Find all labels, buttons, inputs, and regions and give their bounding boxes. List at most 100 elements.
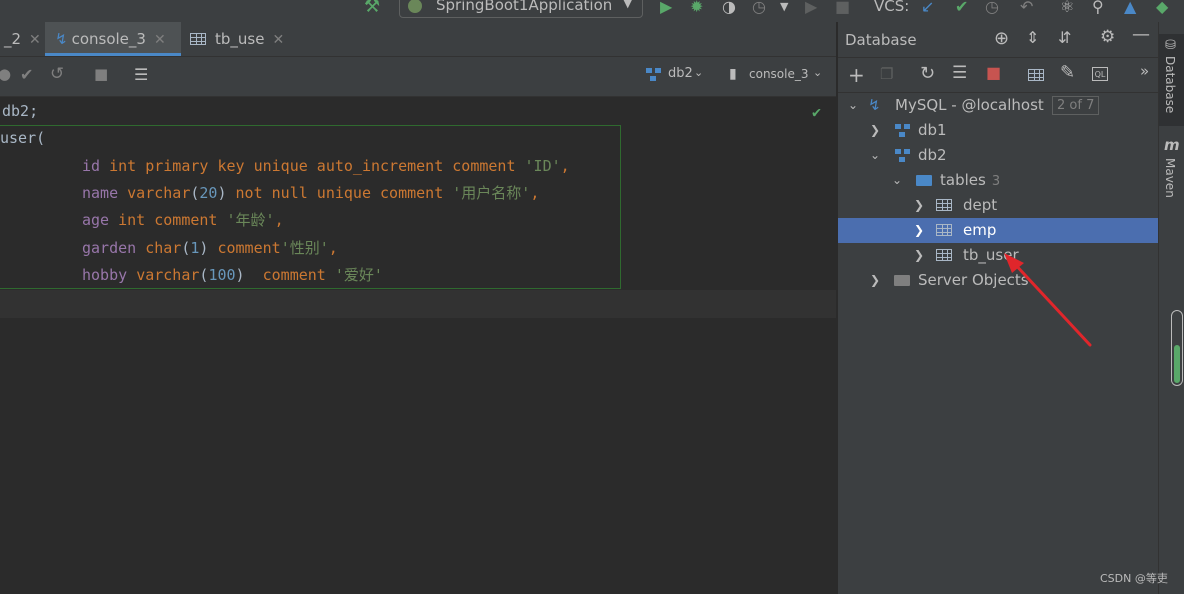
tab-label: tb_use — [215, 30, 265, 48]
column-name: name — [82, 184, 119, 202]
schema-icon — [895, 124, 911, 138]
query-console-icon[interactable]: QL — [1092, 67, 1108, 81]
vcs-rollback-icon[interactable]: ↶ — [1020, 0, 1033, 16]
code-punct: , — [328, 239, 338, 257]
column-name: id — [82, 157, 101, 175]
column-type: int — [118, 211, 146, 229]
connection-label: MySQL - @localhost — [895, 96, 1044, 114]
folder-icon — [916, 175, 932, 186]
output-format-icon[interactable]: ☰ — [134, 65, 148, 84]
folder-icon — [894, 275, 910, 286]
tab-tb-use[interactable]: tb_use ✕ — [190, 22, 284, 56]
rollback-icon[interactable]: ↺ — [50, 64, 64, 84]
memory-indicator[interactable] — [1171, 310, 1183, 386]
close-icon[interactable]: ✕ — [154, 32, 166, 48]
tree-item-table-emp[interactable]: ❯ emp — [838, 218, 1158, 243]
vcs-commit-icon[interactable]: ✔ — [955, 0, 968, 16]
tab-label: _2 — [4, 30, 22, 48]
chevron-right-icon[interactable]: ❯ — [914, 243, 924, 268]
coverage-icon[interactable]: ◑ — [722, 0, 736, 16]
tree-item-connection[interactable]: ⌄ ↯ MySQL - @localhost 2 of 7 — [838, 93, 1158, 118]
column-modifiers: comment — [262, 266, 326, 284]
tree-item-tables[interactable]: ⌄ tables 3 — [838, 168, 1158, 193]
chevron-right-icon[interactable]: ❯ — [870, 118, 880, 143]
annotation-arrow — [1004, 253, 1092, 347]
chevron-right-icon[interactable]: ❯ — [870, 268, 880, 293]
database-panel-toolbar: + ❐ ↻ ☰ ■ ✎ QL » — [838, 58, 1158, 93]
copy-icon[interactable]: ❐ — [880, 65, 893, 83]
collapse-all-icon[interactable]: ⇵ — [1058, 28, 1071, 47]
tables-label: tables — [940, 171, 986, 189]
database-side-tab[interactable]: ⛁ Database — [1159, 34, 1184, 126]
profile-icon[interactable]: ◷ — [752, 0, 766, 16]
cancel-query-icon[interactable]: ■ — [94, 65, 108, 83]
tab-console-3[interactable]: ↯ console_3 ✕ — [45, 22, 181, 56]
column-comment: '用户名称' — [452, 184, 531, 202]
build-hammer-icon[interactable]: ⚒ — [364, 0, 380, 17]
column-comment: '爱好' — [334, 266, 383, 284]
table-view-icon[interactable] — [1028, 69, 1044, 81]
chevron-right-icon[interactable]: ❯ — [914, 218, 924, 243]
close-icon[interactable]: ✕ — [272, 32, 284, 48]
chevron-down-icon: ⌄ — [813, 66, 823, 79]
expand-all-icon[interactable]: ⇕ — [1026, 28, 1039, 47]
locate-icon[interactable]: ⊕ — [994, 28, 1009, 49]
minimize-icon[interactable]: — — [1132, 24, 1150, 45]
database-panel-title: Database — [845, 31, 917, 49]
editor-toolbar: ● ✔ ↺ ■ ☰ db2 ⌄ ▮ console_3 ⌄ — [0, 57, 836, 97]
column-comment: 'ID' — [524, 157, 561, 175]
data-source-properties-icon[interactable]: ☰ — [952, 63, 967, 83]
tree-item-db2[interactable]: ⌄ db2 — [838, 143, 1158, 168]
code-line-7: hobby varchar(100) comment '爱好' — [82, 266, 383, 284]
code-punct: , — [530, 184, 540, 202]
sql-editor[interactable]: ✔ db2; user( id int primary key unique a… — [0, 97, 836, 594]
chevron-right-icon[interactable]: ❯ — [914, 193, 924, 218]
stop-icon[interactable]: ■ — [835, 0, 850, 16]
edit-icon[interactable]: ✎ — [1060, 62, 1075, 83]
chevron-down-icon[interactable]: ⌄ — [848, 93, 858, 118]
execute-icon[interactable]: ● — [0, 65, 11, 83]
right-tool-stripe: ⛁ Database m Maven — [1158, 22, 1184, 594]
column-name: hobby — [82, 266, 128, 284]
tab-console-2[interactable]: _2 ✕ — [4, 22, 41, 56]
vcs-history-icon[interactable]: ◷ — [985, 0, 999, 16]
add-icon[interactable]: + — [848, 63, 865, 87]
maven-icon: m — [1164, 136, 1180, 154]
more-icon[interactable]: » — [1140, 62, 1149, 80]
tree-item-table-dept[interactable]: ❯ dept — [838, 193, 1158, 218]
table-label: dept — [963, 196, 998, 214]
chevron-down-icon: ▼ — [623, 0, 632, 10]
resume-icon[interactable]: ▶ — [805, 0, 817, 16]
database-side-tab-label: Database — [1163, 56, 1177, 114]
search-icon[interactable]: ⚲ — [1092, 0, 1104, 16]
code-punct: , — [560, 157, 570, 175]
translate-icon[interactable]: ⚛ — [1060, 0, 1074, 16]
plugin-icon[interactable]: ◆ — [1156, 0, 1168, 16]
column-modifiers: primary key unique auto_increment commen… — [145, 157, 516, 175]
code-line-1: db2; — [2, 98, 38, 125]
chevron-down-icon[interactable]: ⌄ — [892, 168, 902, 193]
code-line-6: garden char(1) comment'性别', — [82, 239, 338, 257]
maven-side-tab-label: Maven — [1163, 158, 1177, 198]
table-icon — [936, 224, 952, 236]
commit-icon[interactable]: ✔ — [20, 65, 33, 84]
vcs-update-icon[interactable]: ↙ — [921, 0, 934, 16]
close-icon[interactable]: ✕ — [29, 32, 41, 48]
watermark: CSDN @等吏 — [1100, 572, 1168, 585]
table-label: emp — [963, 221, 997, 239]
maven-side-tab[interactable]: m Maven — [1159, 134, 1184, 214]
tree-item-db1[interactable]: ❯ db1 — [838, 118, 1158, 143]
more-run-chevron-icon[interactable]: ▼ — [780, 0, 788, 13]
schema-icon — [646, 68, 662, 82]
run-configuration-select[interactable]: SpringBoot1Application ▼ — [399, 0, 643, 18]
run-icon[interactable]: ▶ — [660, 0, 672, 16]
run-configuration-label: SpringBoot1Application — [436, 0, 613, 14]
debug-icon[interactable]: ✹ — [690, 0, 703, 16]
vcs-label: VCS: — [874, 0, 910, 15]
chevron-down-icon[interactable]: ⌄ — [870, 143, 880, 168]
update-icon[interactable]: ▲ — [1124, 0, 1136, 16]
column-modifiers: comment — [217, 239, 281, 257]
gear-icon[interactable]: ⚙ — [1100, 27, 1115, 47]
refresh-icon[interactable]: ↻ — [920, 63, 935, 84]
disconnect-icon[interactable]: ■ — [986, 63, 1001, 82]
